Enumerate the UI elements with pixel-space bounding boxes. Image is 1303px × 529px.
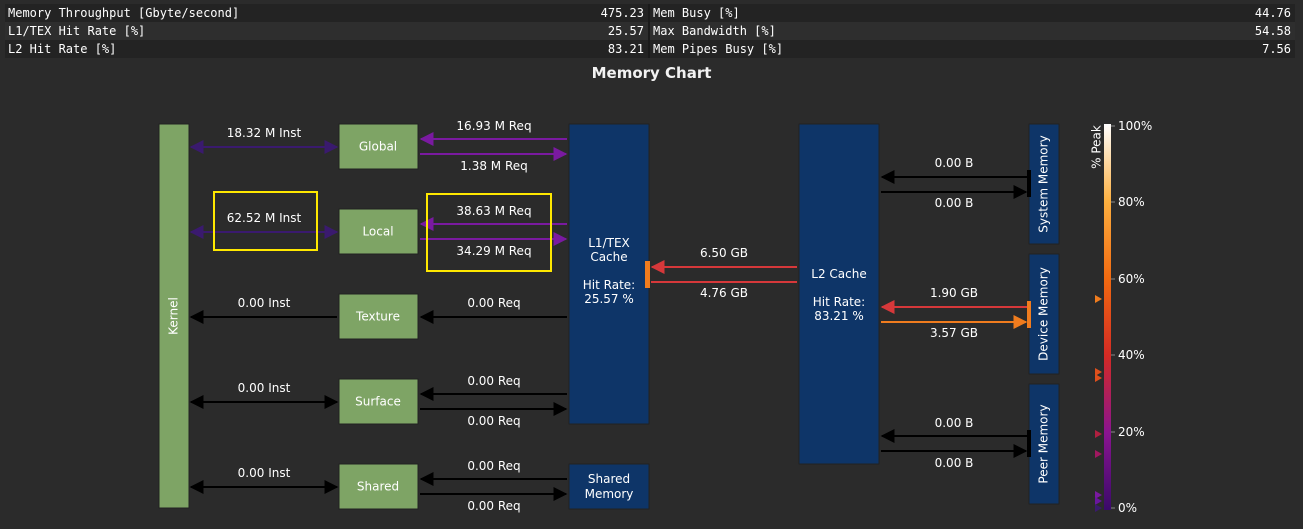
peer-in-label: 0.00 B	[935, 416, 974, 430]
system-memory-label: System Memory	[1037, 135, 1051, 232]
kernel-unit: Kernel	[158, 123, 190, 509]
l1-tex-title: L1/TEX	[588, 236, 630, 250]
local-unit: Local	[338, 208, 419, 255]
peak-marker	[1095, 295, 1102, 303]
peak-legend: % Peak 100% 80% 60% 40% 20% 0%	[1090, 119, 1153, 515]
sys-in-label: 0.00 B	[935, 156, 974, 170]
peak-marker	[1095, 450, 1102, 458]
l2-hit-label: Hit Rate:	[813, 295, 865, 309]
l2-title: L2 Cache	[811, 267, 866, 281]
shared-req-out-label: 0.00 Req	[467, 499, 520, 513]
shared-req-in-label: 0.00 Req	[467, 459, 520, 473]
l1-l2-in-label: 6.50 GB	[700, 246, 748, 260]
dev-out-label: 3.57 GB	[930, 326, 978, 340]
dev-in-label: 1.90 GB	[930, 286, 978, 300]
kernel-local-label: 62.52 M Inst	[227, 211, 302, 225]
texture-label: Texture	[355, 310, 400, 324]
kernel-label: Kernel	[167, 297, 181, 335]
shared-memory-line1: Shared	[588, 472, 630, 486]
global-label: Global	[359, 140, 397, 154]
peer-port-marker	[1027, 430, 1031, 457]
peak-tick-label: 80%	[1118, 195, 1145, 209]
shared-unit: Shared	[338, 463, 419, 510]
shared-memory-line2: Memory	[585, 487, 634, 501]
surface-req-out-label: 0.00 Req	[467, 414, 520, 428]
peak-marker	[1095, 374, 1102, 382]
system-memory: System Memory	[1028, 123, 1060, 245]
device-memory-label: Device Memory	[1037, 267, 1051, 361]
kernel-texture-label: 0.00 Inst	[238, 296, 291, 310]
l1-tex-box	[568, 123, 650, 425]
l2-cache: L2 Cache Hit Rate: 83.21 %	[798, 123, 880, 465]
texture-req-label: 0.00 Req	[467, 296, 520, 310]
peer-memory-label: Peer Memory	[1037, 404, 1051, 483]
peak-tick-label: 0%	[1118, 501, 1137, 515]
kernel-shared-label: 0.00 Inst	[238, 466, 291, 480]
system-port-marker	[1027, 170, 1031, 197]
peak-marker	[1095, 497, 1102, 505]
peak-tick-label: 100%	[1118, 119, 1152, 133]
texture-unit: Texture	[338, 293, 419, 340]
l1-l2-out-label: 4.76 GB	[700, 286, 748, 300]
surface-unit: Surface	[338, 378, 419, 425]
device-memory: Device Memory	[1028, 253, 1060, 375]
device-port-marker	[1027, 301, 1031, 328]
kernel-global-label: 18.32 M Inst	[227, 126, 302, 140]
l1-hit-label: Hit Rate:	[583, 278, 635, 292]
l1-hit-value: 25.57 %	[584, 292, 634, 306]
global-unit: Global	[338, 123, 419, 170]
surface-req-in-label: 0.00 Req	[467, 374, 520, 388]
local-label: Local	[362, 225, 393, 239]
l1-port-marker	[645, 261, 650, 288]
peak-marker	[1095, 430, 1102, 438]
global-req-out-label: 1.38 M Req	[460, 159, 528, 173]
surface-label: Surface	[355, 395, 401, 409]
global-req-in-label: 16.93 M Req	[456, 119, 531, 133]
sys-out-label: 0.00 B	[935, 196, 974, 210]
peak-tick-label: 40%	[1118, 348, 1145, 362]
peak-gradient-bar	[1104, 124, 1111, 510]
local-req-out-label: 34.29 M Req	[456, 244, 531, 258]
peer-memory: Peer Memory	[1028, 383, 1060, 505]
kernel-surface-label: 0.00 Inst	[238, 381, 291, 395]
l1-tex-subtitle: Cache	[590, 250, 627, 264]
l2-hit-value: 83.21 %	[814, 309, 864, 323]
l2-box	[798, 123, 880, 465]
local-req-in-label: 38.63 M Req	[456, 204, 531, 218]
shared-label: Shared	[357, 480, 399, 494]
peer-out-label: 0.00 B	[935, 456, 974, 470]
peak-legend-title: % Peak	[1090, 125, 1104, 169]
peak-marker	[1095, 504, 1102, 512]
memory-chart: Kernel Global Local Texture Surface Shar…	[158, 119, 1153, 515]
shared-memory: Shared Memory	[568, 463, 650, 510]
l1-tex-cache: L1/TEX Cache Hit Rate: 25.57 %	[568, 123, 650, 425]
peak-tick-label: 20%	[1118, 425, 1145, 439]
peak-tick-label: 60%	[1118, 272, 1145, 286]
